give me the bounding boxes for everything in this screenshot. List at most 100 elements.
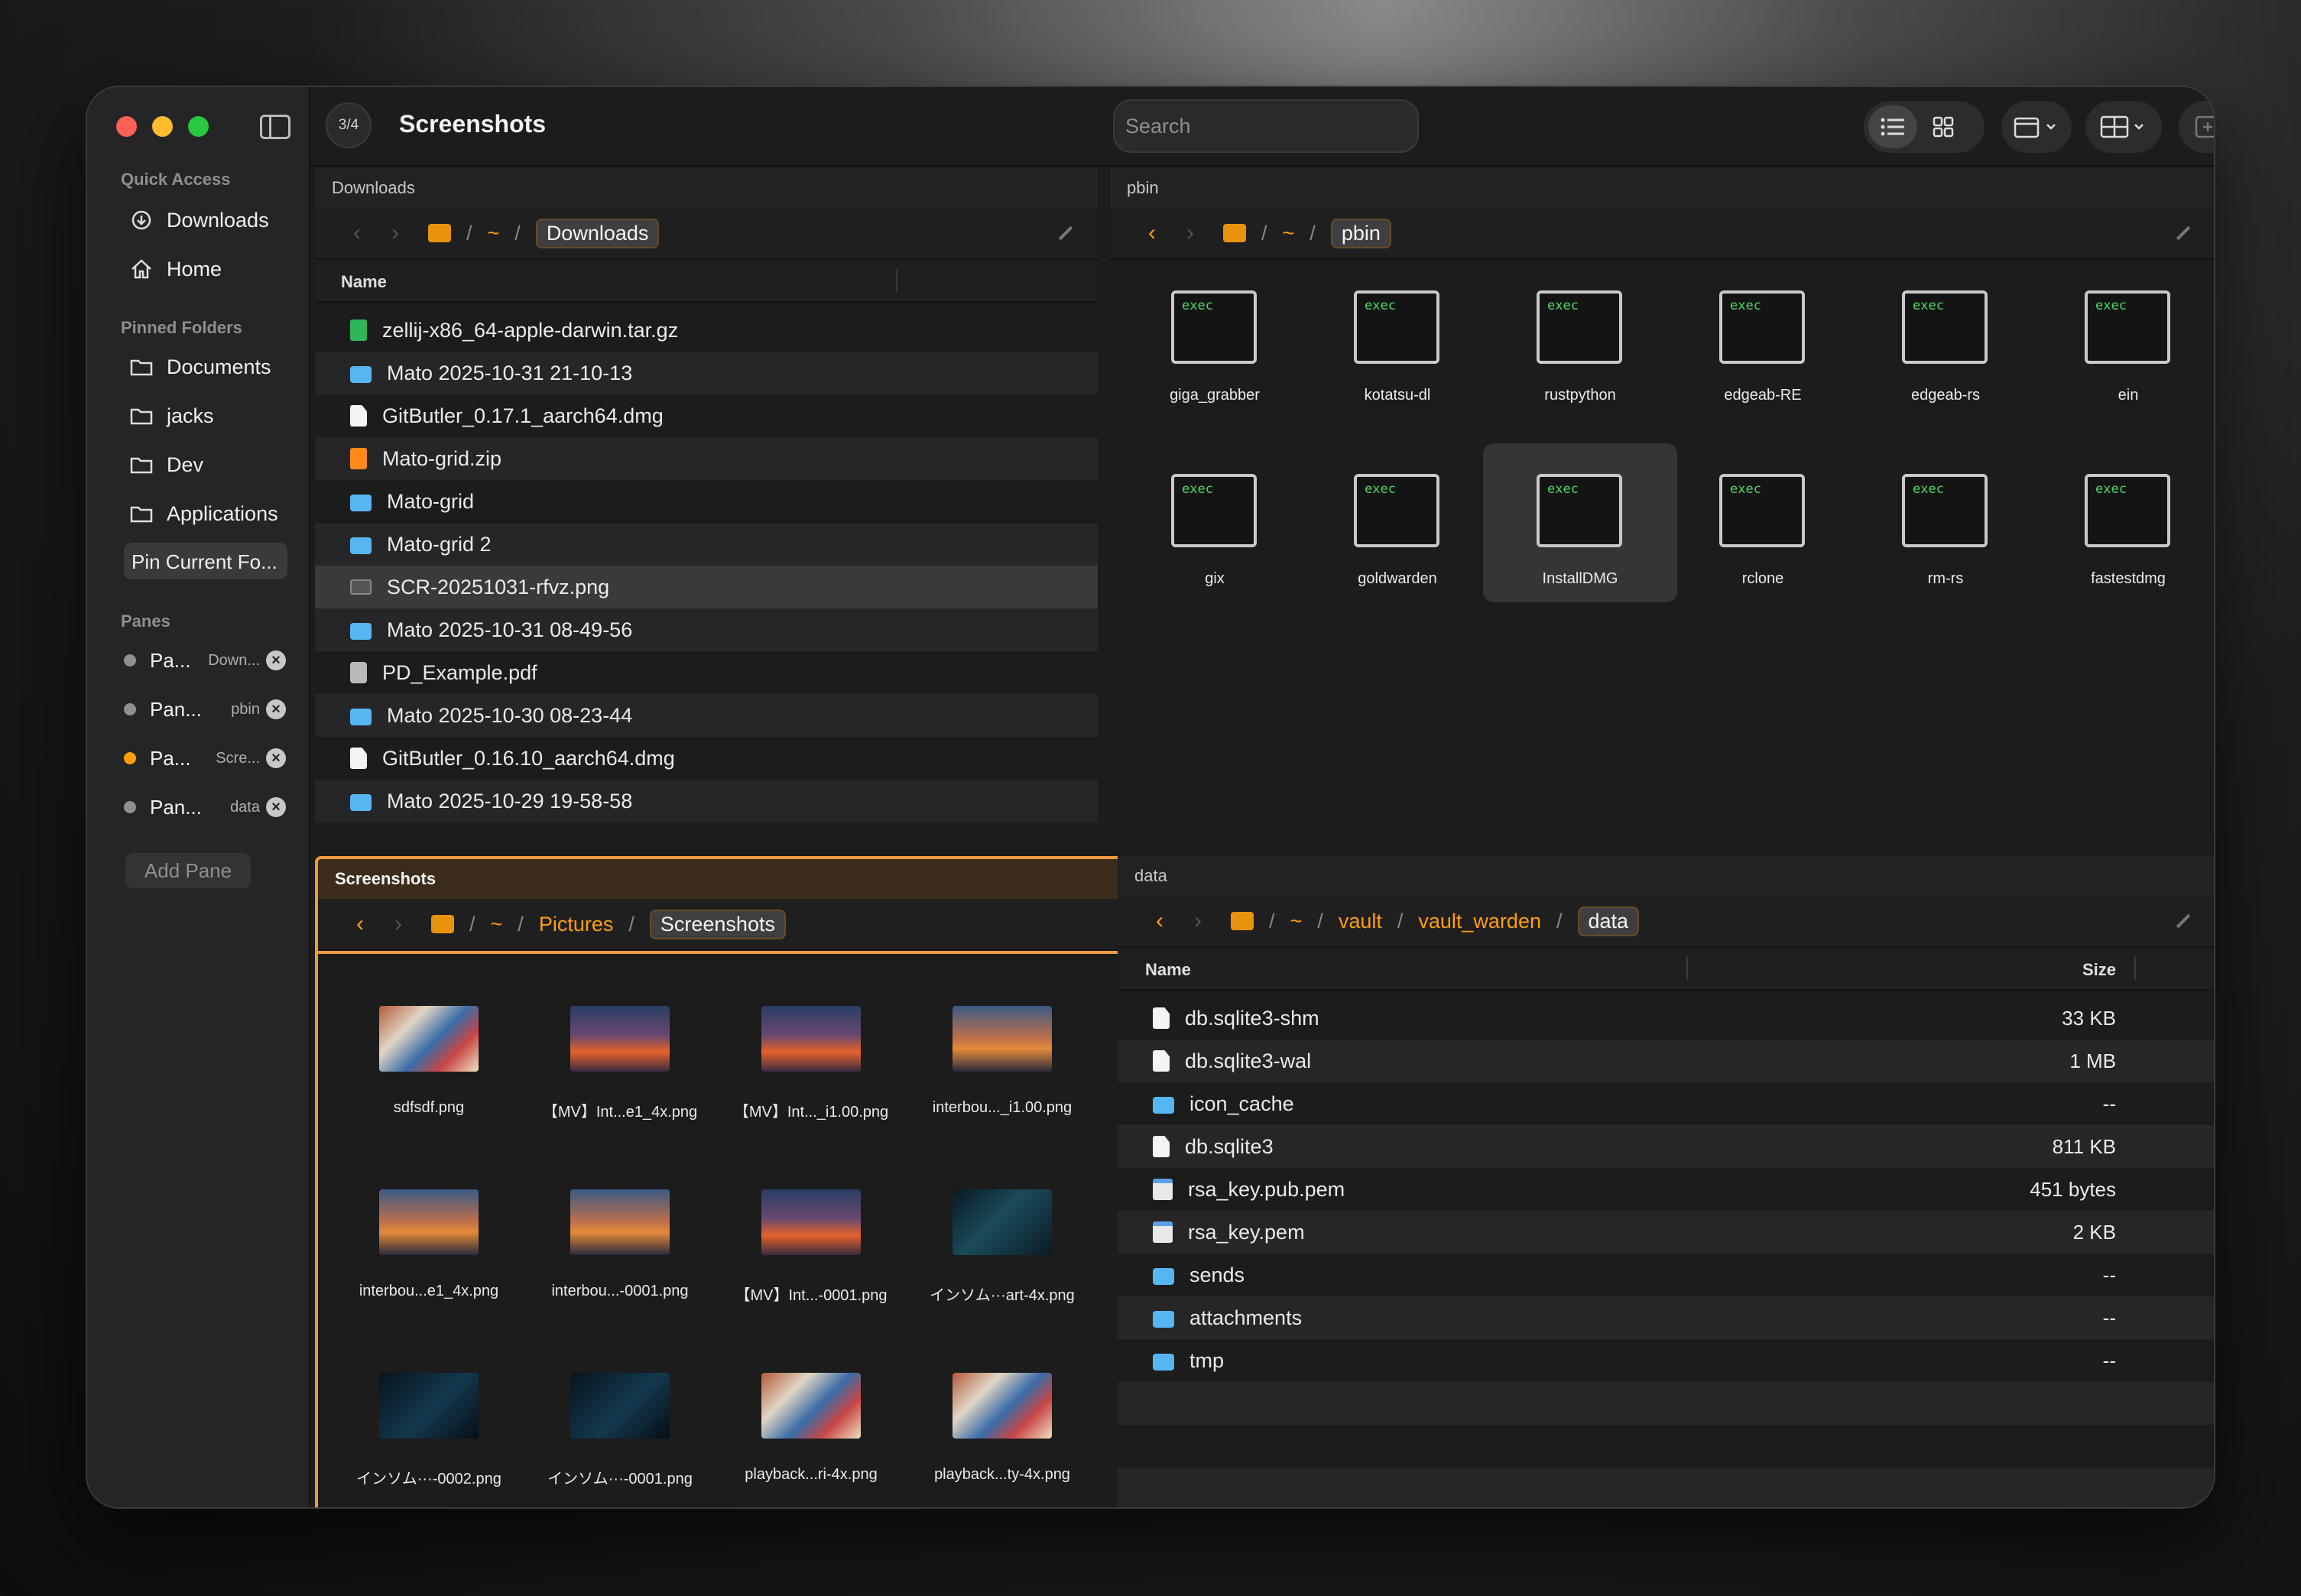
forward-button[interactable]: › bbox=[384, 220, 407, 246]
file-row[interactable]: Mato 2025-10-30 08-23-44 bbox=[315, 694, 1098, 737]
pane-entry-active[interactable]: Pa... Scre... × bbox=[124, 743, 300, 774]
executable-item[interactable]: exec goldwarden bbox=[1300, 443, 1495, 602]
column-name[interactable]: Name bbox=[341, 272, 387, 292]
file-row[interactable]: db.sqlite3 811 KB bbox=[1118, 1125, 2214, 1168]
file-row[interactable]: Mato-grid bbox=[315, 480, 1098, 523]
breadcrumb-current[interactable]: Screenshots bbox=[649, 909, 786, 939]
breadcrumb-item[interactable]: ~ bbox=[488, 222, 500, 245]
sidebar-item-downloads[interactable]: Downloads bbox=[130, 202, 290, 238]
edit-path-icon[interactable] bbox=[2176, 913, 2191, 929]
add-pane-icon[interactable] bbox=[2182, 101, 2214, 153]
column-size[interactable]: Size bbox=[2082, 960, 2116, 980]
sidebar-item-jacks[interactable]: jacks bbox=[130, 397, 290, 434]
file-row[interactable]: attachments -- bbox=[1118, 1296, 2214, 1339]
breadcrumb-item[interactable]: vault bbox=[1339, 910, 1382, 933]
pane-entry[interactable]: Pan... pbin × bbox=[124, 694, 300, 725]
pane-screenshots[interactable]: Screenshots ‹ › / ~ / Pictures / Screens… bbox=[315, 856, 1191, 1507]
screenshot-item[interactable]: interbou..._i1.00.png bbox=[907, 954, 1098, 1130]
executable-item[interactable]: exec edgeab-rs bbox=[1848, 260, 2043, 419]
executable-item[interactable]: exec edgeab-RE bbox=[1666, 260, 1860, 419]
screenshot-item[interactable]: sdfsdf.png bbox=[333, 954, 524, 1130]
sidebar-item-dev[interactable]: Dev bbox=[130, 446, 290, 483]
edit-path-icon[interactable] bbox=[2176, 225, 2191, 241]
sidebar-item-applications[interactable]: Applications bbox=[130, 495, 290, 532]
minimize-window-button[interactable] bbox=[152, 116, 173, 137]
zoom-window-button[interactable] bbox=[188, 116, 209, 137]
file-row[interactable]: Mato 2025-10-31 21-10-13 bbox=[315, 352, 1098, 394]
edit-path-icon[interactable] bbox=[1058, 225, 1073, 241]
executable-item[interactable]: exec kotatsu-dl bbox=[1300, 260, 1495, 419]
forward-button[interactable]: › bbox=[1179, 220, 1202, 246]
grid-view-icon[interactable] bbox=[1917, 101, 1969, 153]
file-row[interactable]: Mato 2025-10-29 19-58-58 bbox=[315, 780, 1098, 822]
pane-entry[interactable]: Pan... data × bbox=[124, 792, 300, 822]
back-button[interactable]: ‹ bbox=[349, 911, 372, 937]
screenshot-item[interactable]: インソム···art-4x.png bbox=[907, 1137, 1098, 1313]
back-button[interactable]: ‹ bbox=[1141, 220, 1163, 246]
breadcrumb-item[interactable]: ~ bbox=[1290, 910, 1303, 933]
breadcrumb-item[interactable]: vault_warden bbox=[1418, 910, 1541, 933]
file-row[interactable]: rsa_key.pem 2 KB bbox=[1118, 1211, 2214, 1254]
file-row[interactable]: icon_cache -- bbox=[1118, 1082, 2214, 1125]
screenshot-item[interactable]: 【MV】Int...-0001.png bbox=[716, 1137, 907, 1313]
column-name[interactable]: Name bbox=[1145, 960, 1191, 980]
column-divider[interactable] bbox=[1686, 957, 1688, 980]
close-pane-icon[interactable]: × bbox=[266, 797, 286, 817]
forward-button[interactable]: › bbox=[1186, 908, 1209, 934]
breadcrumb-item[interactable]: ~ bbox=[491, 913, 503, 936]
screenshot-item[interactable]: interbou...e1_4x.png bbox=[333, 1137, 524, 1313]
breadcrumb-current[interactable]: pbin bbox=[1330, 218, 1391, 248]
executable-item[interactable]: exec InstallDMG bbox=[1483, 443, 1677, 602]
column-divider[interactable] bbox=[2134, 957, 2136, 980]
executable-item[interactable]: exec gix bbox=[1118, 443, 1312, 602]
column-divider[interactable] bbox=[896, 269, 897, 292]
executable-item[interactable]: exec fastestdmg bbox=[2031, 443, 2214, 602]
add-pane-button[interactable]: Add Pane bbox=[125, 853, 251, 888]
file-row[interactable]: rsa_key.pub.pem 451 bytes bbox=[1118, 1168, 2214, 1211]
close-window-button[interactable] bbox=[116, 116, 137, 137]
file-row[interactable]: db.sqlite3-shm 33 KB bbox=[1118, 997, 2214, 1040]
back-button[interactable]: ‹ bbox=[346, 220, 368, 246]
breadcrumb-item[interactable]: ~ bbox=[1283, 222, 1295, 245]
close-pane-icon[interactable]: × bbox=[266, 699, 286, 719]
pane-downloads[interactable]: Downloads ‹ › / ~ / Downloads Name zelli… bbox=[315, 168, 1098, 841]
breadcrumb-current[interactable]: Downloads bbox=[535, 218, 660, 248]
executable-item[interactable]: exec rclone bbox=[1666, 443, 1860, 602]
executable-item[interactable]: exec giga_grabber bbox=[1118, 260, 1312, 419]
screenshot-item[interactable]: playback...ty-4x.png bbox=[907, 1321, 1098, 1497]
sidebar-item-documents[interactable]: Documents bbox=[130, 349, 290, 385]
file-row[interactable]: Mato-grid.zip bbox=[315, 437, 1098, 480]
breadcrumb-current[interactable]: data bbox=[1577, 906, 1640, 936]
close-pane-icon[interactable]: × bbox=[266, 650, 286, 670]
pane-entry[interactable]: Pa... Down... × bbox=[124, 645, 300, 676]
breadcrumb-item[interactable]: Pictures bbox=[539, 913, 614, 936]
file-row[interactable]: PD_Example.pdf bbox=[315, 651, 1098, 694]
search-input[interactable]: Search bbox=[1113, 99, 1419, 153]
screenshot-item[interactable]: interbou...-0001.png bbox=[524, 1137, 716, 1313]
screenshot-item[interactable]: インソム···-0001.png bbox=[524, 1321, 716, 1497]
pin-current-folder-button[interactable]: Pin Current Fo... bbox=[124, 543, 287, 579]
file-row[interactable]: SCR-20251031-rfvz.png bbox=[315, 566, 1098, 608]
screenshot-item[interactable]: 【MV】Int..._i1.00.png bbox=[716, 954, 907, 1130]
executable-item[interactable]: exec rm-rs bbox=[1848, 443, 2043, 602]
pane-data[interactable]: data ‹ › / ~ / vault / vault_warden / da… bbox=[1118, 856, 2214, 1507]
forward-button[interactable]: › bbox=[387, 911, 410, 937]
executable-item[interactable]: exec ein bbox=[2031, 260, 2214, 419]
executable-item[interactable]: exec rustpython bbox=[1483, 260, 1677, 419]
file-row[interactable]: tmp -- bbox=[1118, 1339, 2214, 1382]
screenshot-item[interactable]: インソム···-0002.png bbox=[333, 1321, 524, 1497]
list-view-icon[interactable] bbox=[1868, 105, 1917, 148]
file-row[interactable]: Mato 2025-10-31 08-49-56 bbox=[315, 608, 1098, 651]
pane-pbin[interactable]: pbin ‹ › / ~ / pbin exec giga_grabber exec… bbox=[1110, 168, 2214, 841]
file-row[interactable]: GitButler_0.16.10_aarch64.dmg bbox=[315, 737, 1098, 780]
file-row[interactable]: Mato-grid 2 bbox=[315, 523, 1098, 566]
layout-menu-icon[interactable] bbox=[2085, 101, 2162, 153]
close-pane-icon[interactable]: × bbox=[266, 748, 286, 768]
back-button[interactable]: ‹ bbox=[1148, 908, 1171, 934]
file-row[interactable]: GitButler_0.17.1_aarch64.dmg bbox=[315, 394, 1098, 437]
screenshot-item[interactable]: 【MV】Int...e1_4x.png bbox=[524, 954, 716, 1130]
file-row[interactable]: db.sqlite3-wal 1 MB bbox=[1118, 1040, 2214, 1082]
sidebar-item-home[interactable]: Home bbox=[130, 251, 290, 287]
file-row[interactable]: zellij-x86_64-apple-darwin.tar.gz bbox=[315, 309, 1098, 352]
sidebar-toggle-icon[interactable] bbox=[260, 115, 290, 139]
